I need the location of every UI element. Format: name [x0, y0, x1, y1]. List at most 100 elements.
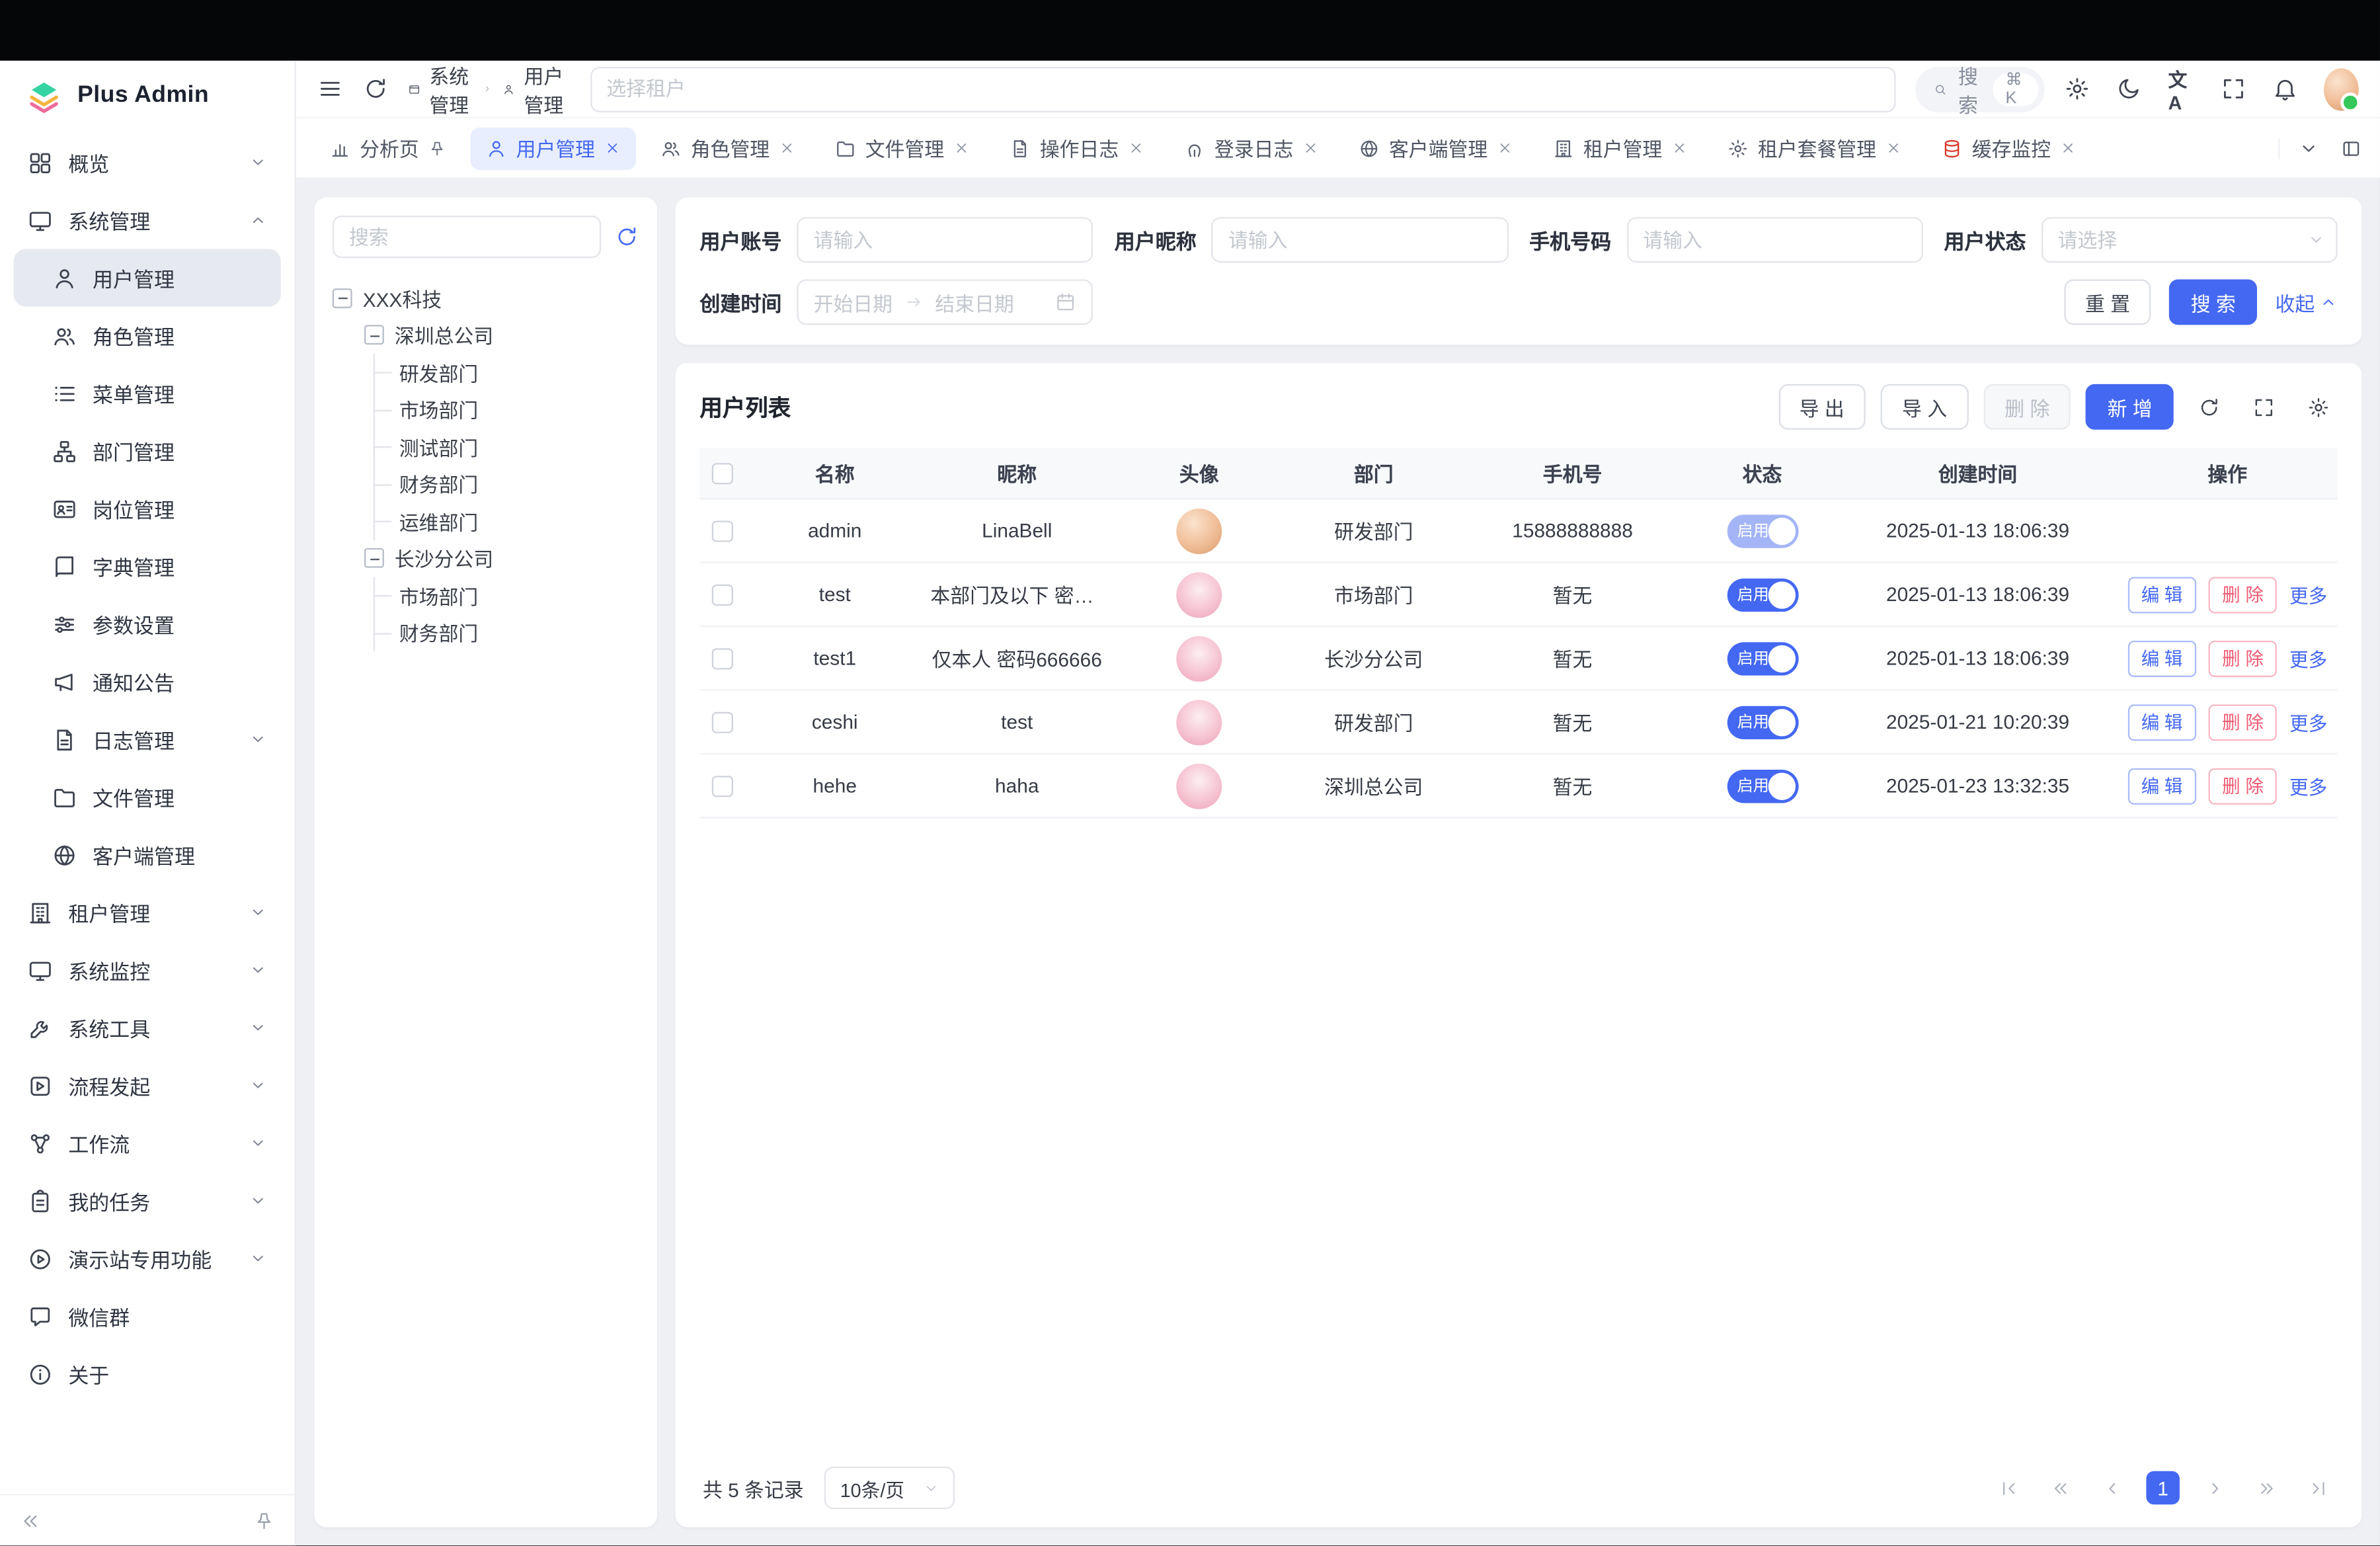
- tree-node[interactable]: 财务部门: [333, 614, 639, 651]
- status-toggle[interactable]: 启用: [1727, 769, 1798, 803]
- sidebar-item[interactable]: 系统管理: [14, 191, 281, 249]
- dark-mode-icon[interactable]: [2117, 76, 2143, 102]
- settings-icon[interactable]: [2065, 76, 2091, 102]
- sidebar-item[interactable]: 微信群: [14, 1287, 281, 1345]
- status-toggle[interactable]: 启用: [1727, 641, 1798, 675]
- reset-button[interactable]: 重 置: [2064, 279, 2151, 325]
- sidebar-item[interactable]: 通知公告: [14, 653, 281, 710]
- phone-input[interactable]: [1626, 217, 1923, 263]
- import-button[interactable]: 导 入: [1881, 384, 1968, 430]
- more-link[interactable]: 更多: [2289, 708, 2327, 737]
- sidebar-item[interactable]: 文件管理: [14, 768, 281, 826]
- tab[interactable]: 角色管理: [645, 127, 811, 169]
- tree-node[interactable]: 市场部门: [333, 577, 639, 614]
- close-tab-icon[interactable]: [2060, 140, 2077, 156]
- account-input[interactable]: [797, 217, 1093, 263]
- refresh-page-icon[interactable]: [363, 76, 389, 102]
- row-delete-button[interactable]: 删 除: [2208, 640, 2277, 676]
- sidebar-item[interactable]: 租户管理: [14, 883, 281, 941]
- tab[interactable]: 租户套餐管理: [1712, 127, 1917, 169]
- row-checkbox[interactable]: [712, 712, 733, 733]
- fullscreen-icon[interactable]: [2221, 76, 2246, 102]
- tree-refresh-icon[interactable]: [615, 225, 639, 249]
- sidebar-item[interactable]: 概览: [14, 134, 281, 191]
- sidebar-item[interactable]: 日志管理: [14, 710, 281, 768]
- tree-node[interactable]: 长沙分公司: [333, 540, 639, 577]
- tab[interactable]: 操作日志: [994, 127, 1160, 169]
- close-tab-icon[interactable]: [953, 140, 970, 156]
- sidebar-item[interactable]: 系统监控: [14, 941, 281, 998]
- edit-button[interactable]: 编 辑: [2127, 768, 2196, 804]
- tree-node[interactable]: 研发部门: [333, 354, 639, 391]
- status-toggle[interactable]: 启用: [1727, 578, 1798, 612]
- add-button[interactable]: 新 增: [2086, 384, 2173, 430]
- sidebar-item[interactable]: 我的任务: [14, 1172, 281, 1229]
- created-daterange[interactable]: 开始日期 结束日期: [797, 279, 1093, 325]
- search-button[interactable]: 搜 索: [2170, 279, 2257, 325]
- tree-collapse-icon[interactable]: [364, 548, 384, 568]
- status-select[interactable]: [2041, 217, 2337, 263]
- tab-layout-icon[interactable]: [2340, 138, 2361, 159]
- column-settings-button[interactable]: [2298, 387, 2338, 427]
- tab[interactable]: 文件管理: [820, 127, 985, 169]
- tree-collapse-icon[interactable]: [364, 325, 384, 345]
- sidebar-item[interactable]: 客户端管理: [14, 826, 281, 883]
- row-delete-button[interactable]: 删 除: [2208, 704, 2277, 740]
- sidebar-item[interactable]: 部门管理: [14, 422, 281, 479]
- tab[interactable]: 缓存监控: [1926, 127, 2092, 169]
- tenant-select[interactable]: [590, 66, 1897, 112]
- tab[interactable]: 客户端管理: [1343, 127, 1528, 169]
- sidebar-item[interactable]: 参数设置: [14, 595, 281, 653]
- pin-sidebar-icon[interactable]: [253, 1510, 274, 1531]
- row-checkbox[interactable]: [712, 521, 733, 542]
- tree-node[interactable]: 测试部门: [333, 428, 639, 465]
- edit-button[interactable]: 编 辑: [2127, 704, 2196, 740]
- collapse-filter-link[interactable]: 收起: [2276, 288, 2338, 317]
- sidebar-item[interactable]: 岗位管理: [14, 480, 281, 538]
- pagination-next[interactable]: [2198, 1471, 2231, 1505]
- close-tab-icon[interactable]: [779, 140, 795, 156]
- row-checkbox[interactable]: [712, 649, 733, 670]
- sidebar-item[interactable]: 关于: [14, 1345, 281, 1403]
- close-tab-icon[interactable]: [1497, 140, 1513, 156]
- row-delete-button[interactable]: 删 除: [2208, 576, 2277, 612]
- table-refresh-button[interactable]: [2189, 387, 2229, 427]
- tree-node[interactable]: XXX科技: [333, 279, 639, 316]
- tab[interactable]: 用户管理: [471, 127, 636, 169]
- hamburger-menu-icon[interactable]: [317, 76, 343, 102]
- status-toggle[interactable]: 启用: [1727, 514, 1798, 548]
- row-delete-button[interactable]: 删 除: [2208, 768, 2277, 804]
- sidebar-item[interactable]: 演示站专用功能: [14, 1230, 281, 1287]
- pagination-first[interactable]: [1991, 1471, 2025, 1505]
- tree-node[interactable]: 财务部门: [333, 466, 639, 503]
- select-all-checkbox[interactable]: [712, 464, 733, 485]
- more-link[interactable]: 更多: [2289, 580, 2327, 609]
- close-tab-icon[interactable]: [604, 140, 621, 156]
- status-toggle[interactable]: 启用: [1727, 705, 1798, 739]
- delete-button[interactable]: 删 除: [1983, 384, 2071, 430]
- translate-icon[interactable]: 文A: [2168, 63, 2195, 114]
- pagination-prev-jump[interactable]: [2043, 1471, 2077, 1505]
- user-avatar[interactable]: [2324, 67, 2359, 110]
- edit-button[interactable]: 编 辑: [2127, 576, 2196, 612]
- tab[interactable]: 分析页: [314, 127, 461, 169]
- pin-icon[interactable]: [428, 139, 446, 157]
- sidebar-item[interactable]: 字典管理: [14, 538, 281, 595]
- sidebar-item[interactable]: 用户管理: [14, 249, 281, 307]
- tree-collapse-icon[interactable]: [333, 288, 352, 308]
- row-checkbox[interactable]: [712, 585, 733, 606]
- tab-list-dropdown-icon[interactable]: [2298, 138, 2319, 159]
- pagination-last[interactable]: [2301, 1471, 2335, 1505]
- tree-search-input[interactable]: [333, 216, 601, 258]
- breadcrumb-item[interactable]: 系统管理: [409, 60, 492, 118]
- pagination-prev[interactable]: [2094, 1471, 2128, 1505]
- more-link[interactable]: 更多: [2289, 771, 2327, 800]
- breadcrumb-item[interactable]: 用户管理: [502, 60, 570, 118]
- notifications-icon[interactable]: [2272, 76, 2298, 102]
- sidebar-item[interactable]: 流程发起: [14, 1057, 281, 1114]
- nickname-input[interactable]: [1212, 217, 1508, 263]
- export-button[interactable]: 导 出: [1778, 384, 1866, 430]
- sidebar-item[interactable]: 工作流: [14, 1114, 281, 1172]
- close-tab-icon[interactable]: [1302, 140, 1319, 156]
- global-search[interactable]: 搜索 ⌘ K: [1917, 66, 2045, 112]
